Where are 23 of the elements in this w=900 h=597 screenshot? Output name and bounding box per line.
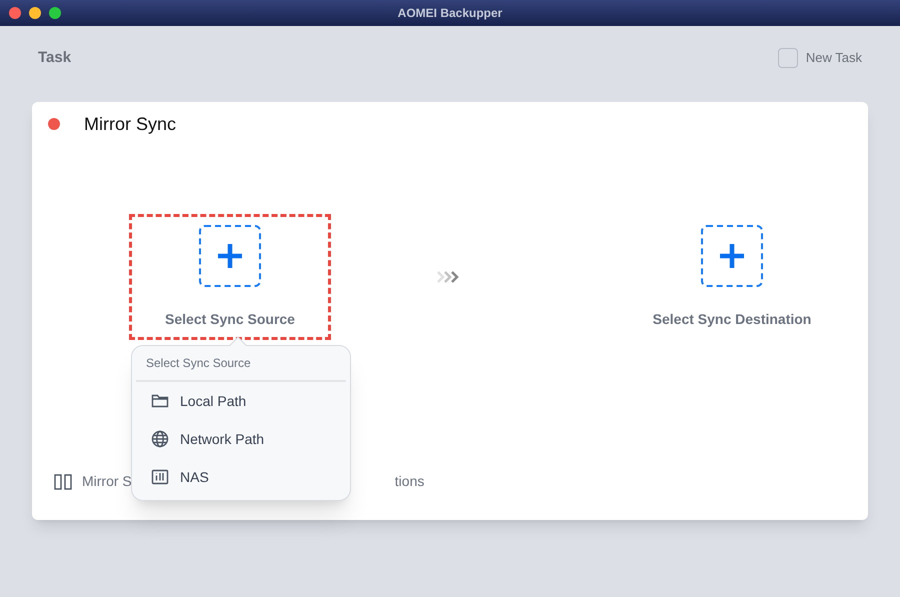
menu-item[interactable]: Local Path xyxy=(136,382,346,420)
add-icon[interactable] xyxy=(199,224,261,286)
minimize-icon[interactable] xyxy=(29,7,41,19)
globe-icon xyxy=(150,429,170,449)
target-label: Select Sync Source xyxy=(165,310,295,329)
maximize-icon[interactable] xyxy=(49,7,61,19)
sync-target[interactable]: Select Sync Destination xyxy=(631,214,833,340)
new-task-button[interactable]: New Task xyxy=(778,48,862,68)
nas-icon xyxy=(150,467,170,487)
chevrons-icon xyxy=(437,271,461,283)
columns-icon xyxy=(54,474,72,490)
target-label: Select Sync Destination xyxy=(652,310,812,329)
add-icon[interactable] xyxy=(701,224,763,286)
menu-item[interactable]: NAS xyxy=(136,458,346,496)
options-label: tions xyxy=(394,472,424,491)
dialog-title: Mirror Sync xyxy=(84,112,176,136)
sync-target[interactable]: Select Sync Source xyxy=(129,214,331,340)
close-icon[interactable] xyxy=(9,7,21,19)
mode-label: Mirror S xyxy=(82,472,132,491)
window-title: AOMEI Backupper xyxy=(398,5,502,22)
page-heading: Task xyxy=(38,48,72,68)
menu-item[interactable]: Network Path xyxy=(136,420,346,458)
popover-title: Select Sync Source xyxy=(146,355,251,372)
